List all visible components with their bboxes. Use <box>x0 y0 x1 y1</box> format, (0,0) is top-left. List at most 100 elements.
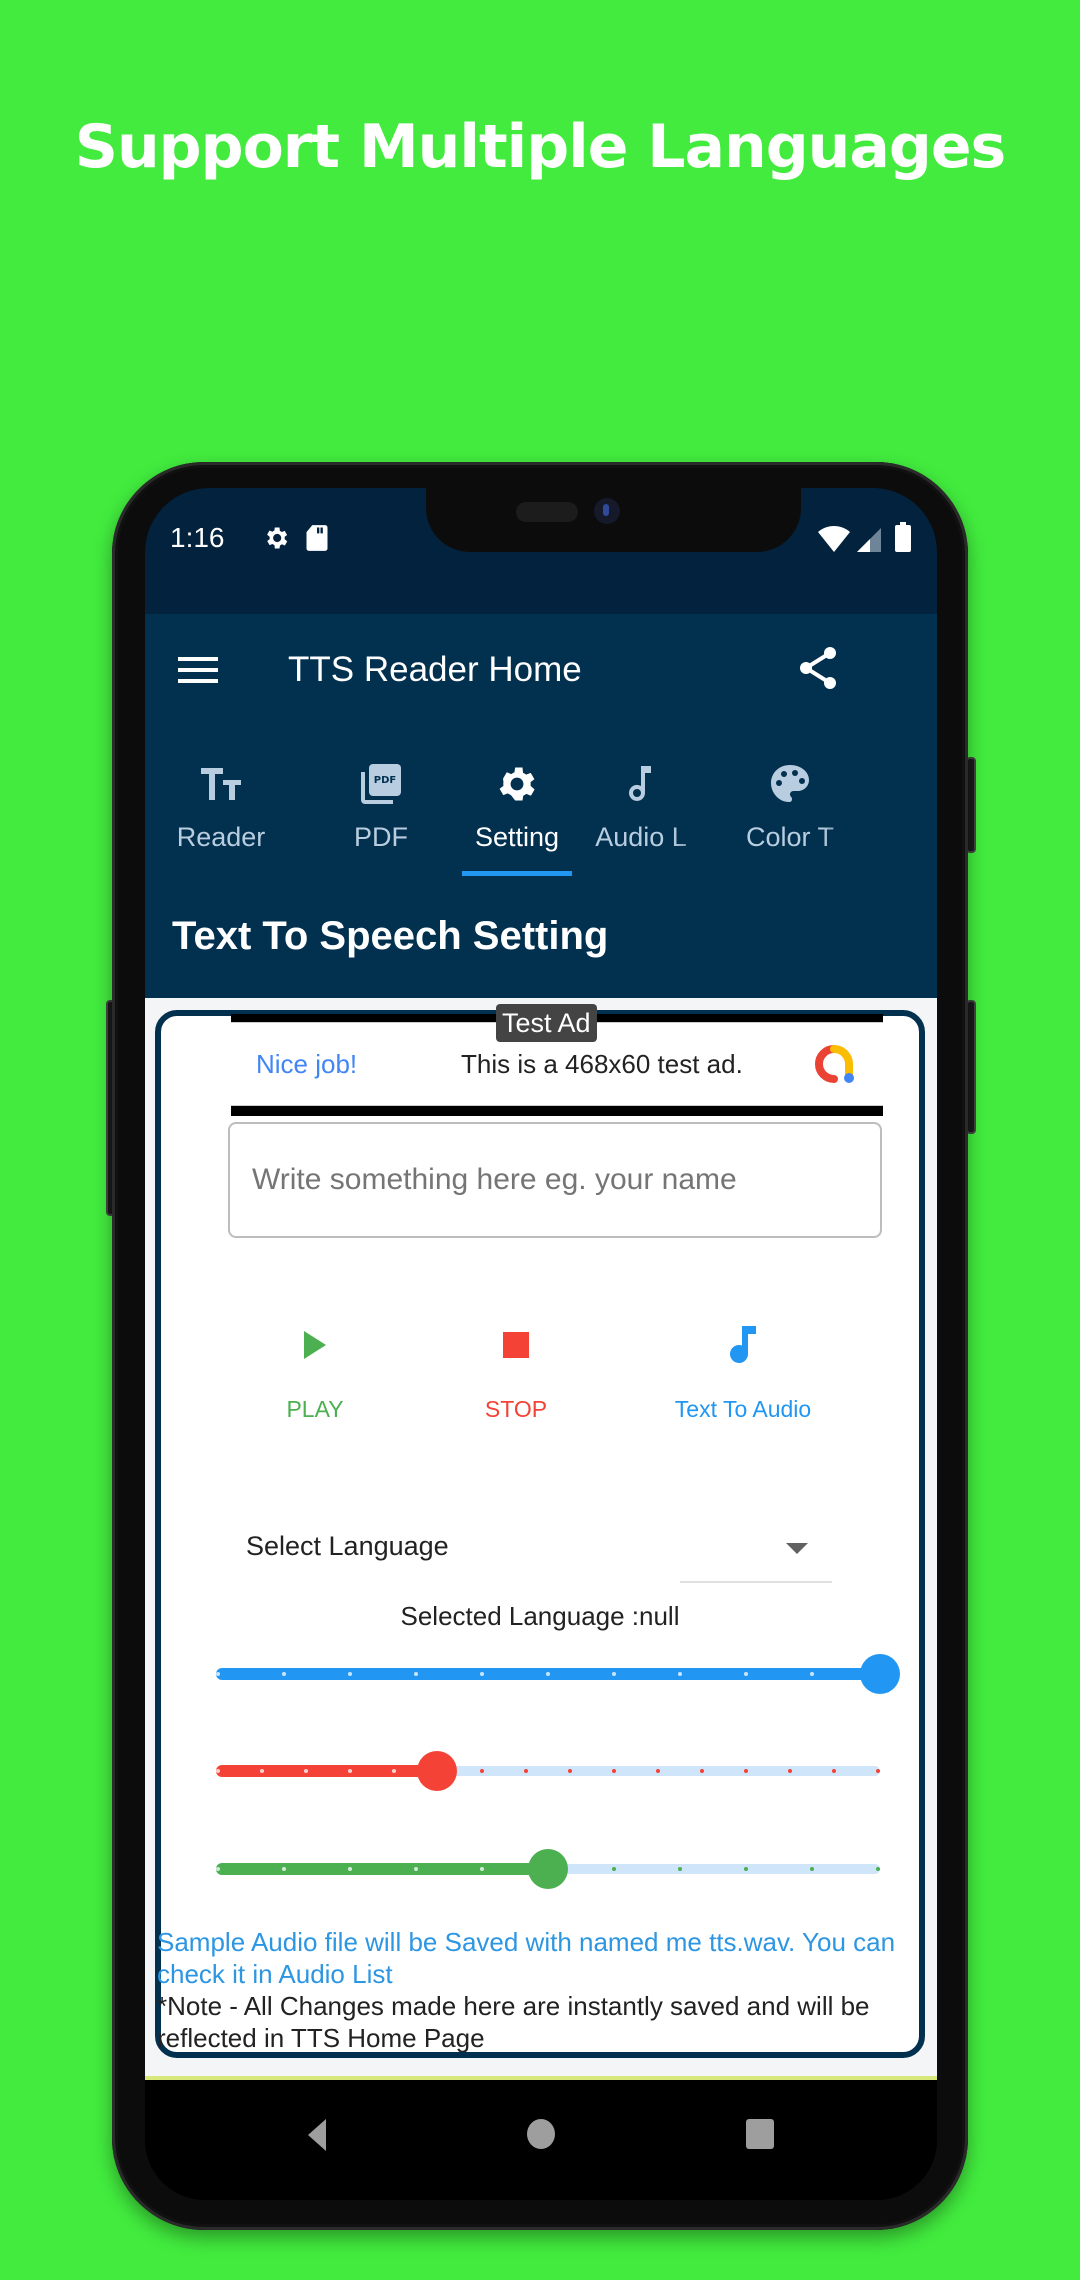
tab-label: Audio L <box>595 822 687 852</box>
promo-headline: Support Multiple Languages <box>74 112 1006 182</box>
navigation-bar <box>145 2080 937 2200</box>
back-icon[interactable] <box>306 2118 328 2157</box>
gear-icon <box>495 762 539 806</box>
play-label: PLAY <box>286 1396 344 1422</box>
slider-tick <box>260 1769 264 1773</box>
stop-label: STOP <box>484 1396 548 1422</box>
slider-tick <box>656 1769 660 1773</box>
home-icon[interactable] <box>525 2118 557 2155</box>
signal-icon <box>857 528 881 557</box>
ad-logo-icon <box>813 1043 855 1085</box>
slider-tick <box>744 1769 748 1773</box>
slider-tick <box>546 1672 550 1676</box>
slider-tick <box>744 1672 748 1676</box>
text-size-icon <box>199 762 243 806</box>
play-button[interactable]: PLAY <box>215 1316 415 1423</box>
share-icon[interactable] <box>798 646 838 695</box>
ad-banner[interactable]: Nice job! This is a 468x60 test ad. Test… <box>231 1004 883 1116</box>
slider-tick <box>348 1867 352 1871</box>
text-to-audio-button[interactable]: Text To Audio <box>643 1316 843 1423</box>
slider-tick <box>348 1672 352 1676</box>
slider-tick <box>414 1867 418 1871</box>
camera-notch <box>426 488 801 552</box>
slider-tick <box>568 1769 572 1773</box>
wifi-icon <box>818 526 850 557</box>
selected-language-text: Selected Language :null <box>400 1601 680 1631</box>
tab-bar: Reader PDF PDF Setting Audio L Color T <box>145 730 937 879</box>
phone-screen: 1:16 TTS Reader Home Reader PDF PDF Sett… <box>145 488 937 2200</box>
slider-tick <box>216 1769 220 1773</box>
ad-text: This is a 468x60 test ad. <box>461 1049 743 1079</box>
slider-tick <box>832 1769 836 1773</box>
section-header: Text To Speech Setting <box>145 878 937 998</box>
slider-thumb[interactable] <box>860 1654 900 1694</box>
music-note-icon <box>619 762 663 806</box>
audio-save-note: Sample Audio file will be Saved with nam… <box>157 1927 896 1989</box>
tts-text-input[interactable] <box>228 1122 882 1238</box>
slider-tick <box>216 1867 220 1871</box>
svg-text:PDF: PDF <box>374 775 396 786</box>
pitch-slider[interactable] <box>216 1751 880 1791</box>
front-camera <box>594 498 620 524</box>
test-ad-badge: Test Ad <box>496 1004 597 1042</box>
app-bar: TTS Reader Home <box>145 614 937 730</box>
sd-card-icon <box>305 524 329 557</box>
slider-tick <box>612 1769 616 1773</box>
speed-slider[interactable] <box>216 1849 880 1889</box>
tab-reader[interactable]: Reader <box>145 730 301 878</box>
slider-fill <box>216 1765 438 1777</box>
slider-tick <box>700 1769 704 1773</box>
active-tab-indicator <box>462 871 572 876</box>
slider-tick <box>304 1769 308 1773</box>
battery-icon <box>895 522 911 557</box>
slider-tick <box>392 1769 396 1773</box>
slider-tick <box>876 1769 880 1773</box>
slider-thumb[interactable] <box>528 1849 568 1889</box>
slider-tick <box>282 1672 286 1676</box>
settings-content: Nice job! This is a 468x60 test ad. Test… <box>145 998 937 2076</box>
text-to-audio-label: Text To Audio <box>674 1396 812 1422</box>
slider-tick <box>810 1867 814 1871</box>
slider-tick <box>348 1769 352 1773</box>
slider-tick <box>480 1672 484 1676</box>
tab-label: Color T <box>745 822 835 852</box>
volume-slider[interactable] <box>216 1654 900 1694</box>
slider-tick <box>678 1672 682 1676</box>
slider-tick <box>612 1672 616 1676</box>
slider-tick <box>480 1769 484 1773</box>
settings-card: Nice job! This is a 468x60 test ad. Test… <box>155 1004 925 2058</box>
settings-saved-note: *Note - All Changes made here are instan… <box>157 1991 870 2053</box>
dropdown-arrow-icon <box>786 1543 808 1554</box>
tab-label: Reader <box>176 822 266 852</box>
stop-icon <box>416 1316 616 1376</box>
recents-icon[interactable] <box>744 2118 776 2155</box>
ad-headline: Nice job! <box>256 1049 358 1079</box>
slider-tick <box>876 1867 880 1871</box>
app-title: TTS Reader Home <box>288 650 582 689</box>
gear-icon <box>262 524 290 557</box>
slider-tick <box>216 1672 220 1676</box>
tab-color-theme[interactable]: Color T <box>710 730 870 878</box>
slider-tick <box>282 1867 286 1871</box>
language-dropdown[interactable]: Select Language <box>246 1523 832 1593</box>
music-note-icon <box>643 1316 843 1376</box>
dropdown-underline <box>680 1581 832 1583</box>
slider-tick <box>480 1867 484 1871</box>
pdf-icon: PDF <box>359 762 403 806</box>
slider-tick <box>612 1867 616 1871</box>
earpiece <box>516 502 578 522</box>
slider-tick <box>414 1672 418 1676</box>
stop-button[interactable]: STOP <box>416 1316 616 1423</box>
slider-tick <box>788 1769 792 1773</box>
slider-tick <box>810 1672 814 1676</box>
slider-fill <box>216 1863 548 1875</box>
play-icon <box>215 1316 415 1376</box>
tab-audio-list[interactable]: Audio L <box>561 730 721 878</box>
palette-icon <box>768 762 812 806</box>
slider-thumb[interactable] <box>417 1751 458 1791</box>
slider-tick <box>678 1867 682 1871</box>
hamburger-menu-icon[interactable] <box>178 654 218 691</box>
slider-tick <box>524 1769 528 1773</box>
section-title: Text To Speech Setting <box>172 914 609 958</box>
dropdown-label: Select Language <box>246 1531 449 1561</box>
